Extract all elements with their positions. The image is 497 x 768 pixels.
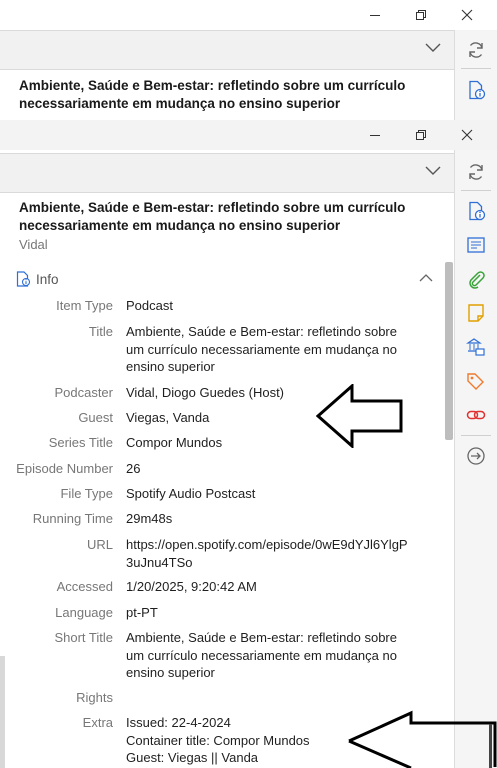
info-section-label: Info (36, 271, 59, 287)
field-label: Rights (76, 690, 113, 705)
chevron-up-icon[interactable] (419, 273, 433, 283)
annotation-arrow-extra (348, 710, 497, 768)
related-icon[interactable] (466, 405, 486, 425)
minimize-button[interactable] (352, 0, 398, 30)
minimize-button[interactable] (352, 120, 398, 150)
tags-icon[interactable] (466, 371, 486, 391)
field-value[interactable]: https://open.spotify.com/episode/0wE9dYJ… (126, 536, 411, 571)
item-title: Ambiente, Saúde e Bem-estar: refletindo … (19, 200, 406, 233)
chevron-down-icon[interactable] (425, 166, 441, 176)
field-value[interactable]: 26 (126, 460, 411, 478)
chevron-down-icon[interactable] (425, 43, 441, 53)
back-window: Ambiente, Saúde e Bem-estar: refletindo … (0, 0, 497, 120)
field-label: Podcaster (54, 385, 113, 400)
info-icon (16, 271, 30, 287)
sync-icon[interactable] (466, 40, 486, 60)
side-nav-pane (454, 150, 497, 768)
close-button[interactable] (444, 120, 490, 150)
field-label: Running Time (32, 511, 113, 526)
scrollbar-thumb[interactable] (445, 262, 453, 440)
field-label: Extra (82, 715, 113, 730)
field-label: Title (88, 324, 113, 339)
pane-left-edge (0, 656, 5, 768)
maximize-button[interactable] (398, 120, 444, 150)
info-icon[interactable] (466, 201, 486, 221)
annotation-arrow-guest (316, 384, 403, 448)
field-value[interactable]: Ambiente, Saúde e Bem-estar: refletindo … (126, 323, 411, 376)
field-value[interactable]: 1/20/2025, 9:20:42 AM (126, 578, 411, 596)
field-label: Language (55, 605, 113, 620)
abstract-icon[interactable] (466, 235, 486, 255)
minimize-icon (370, 135, 380, 136)
field-label: Accessed (56, 579, 113, 594)
locate-icon[interactable] (466, 446, 486, 466)
info-section-header[interactable]: Info (16, 268, 59, 290)
outer-window-edge (489, 724, 492, 768)
field-label: Episode Number (16, 461, 113, 476)
close-button[interactable] (444, 0, 490, 30)
minimize-icon (370, 15, 380, 16)
field-label: Guest (78, 410, 113, 425)
item-header-row (0, 153, 455, 193)
field-value[interactable]: pt-PT (126, 604, 411, 622)
close-icon (461, 129, 473, 141)
note-icon[interactable] (466, 303, 486, 323)
field-value[interactable]: Podcast (126, 297, 411, 315)
field-label: Series Title (48, 435, 113, 450)
close-icon (461, 9, 473, 21)
restore-icon (416, 130, 426, 140)
back-side-pane (454, 30, 497, 120)
field-label: Short Title (54, 630, 113, 645)
field-value[interactable]: 29m48s (126, 510, 411, 528)
back-header-row (0, 30, 455, 70)
back-item-title: Ambiente, Saúde e Bem-estar: refletindo … (19, 78, 406, 111)
field-label: URL (86, 537, 113, 552)
titlebar (0, 120, 497, 150)
field-label: Item Type (56, 298, 113, 313)
info-icon[interactable] (466, 80, 486, 100)
restore-icon (416, 10, 426, 20)
field-label: File Type (60, 486, 113, 501)
field-value[interactable]: Spotify Audio Postcast (126, 485, 411, 503)
item-creator: Vidal (19, 237, 48, 252)
back-titlebar (0, 0, 497, 30)
attachment-icon[interactable] (466, 269, 486, 289)
sync-icon[interactable] (466, 162, 486, 182)
libraries-collections-icon[interactable] (466, 337, 486, 357)
maximize-button[interactable] (398, 0, 444, 30)
field-value[interactable]: Ambiente, Saúde e Bem-estar: refletindo … (126, 629, 411, 682)
